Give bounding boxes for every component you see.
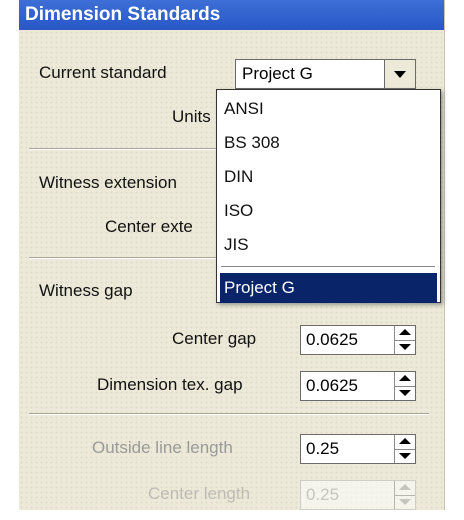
spin-down-icon[interactable] [395, 386, 415, 400]
outside-line-length-label: Outside line length [92, 438, 233, 457]
current-standard-value: Project G [242, 64, 313, 83]
option-bs-308[interactable]: BS 308 [220, 128, 437, 158]
option-din[interactable]: DIN [220, 162, 437, 192]
center-length-value: 0.25 [306, 485, 340, 504]
witness-gap-label: Witness gap [39, 281, 133, 300]
spin-up-icon[interactable] [395, 435, 415, 450]
center-gap-spinner[interactable]: 0.0625 [300, 325, 416, 355]
spin-up-icon[interactable] [395, 326, 415, 341]
center-length-label: Center length [148, 484, 251, 503]
option-jis[interactable]: JIS [220, 230, 437, 260]
spinner-arrows [394, 481, 415, 509]
option-iso[interactable]: ISO [220, 196, 437, 226]
spin-down-icon [395, 495, 415, 509]
option-ansi[interactable]: ANSI [220, 94, 437, 124]
spin-down-icon[interactable] [395, 340, 415, 354]
center-length-spinner: 0.25 [300, 480, 416, 510]
spinner-arrows[interactable] [394, 326, 415, 354]
witness-extension-label: Witness extension [39, 173, 177, 192]
spin-up-icon [395, 481, 415, 496]
divider [29, 413, 429, 415]
standard-dropdown-list[interactable]: ANSI BS 308 DIN ISO JIS Project G [216, 89, 441, 303]
panel-title: Dimension Standards [19, 0, 444, 30]
spinner-arrows[interactable] [394, 372, 415, 400]
chevron-down-icon[interactable] [384, 60, 415, 88]
option-project-g[interactable]: Project G [220, 273, 437, 303]
outside-line-length-value: 0.25 [306, 439, 340, 458]
spinner-arrows[interactable] [394, 435, 415, 463]
units-label: Units [172, 107, 211, 126]
dimension-text-gap-spinner[interactable]: 0.0625 [300, 371, 416, 401]
center-extension-label: Center exte [105, 217, 193, 236]
center-gap-value: 0.0625 [306, 330, 358, 349]
spin-up-icon[interactable] [395, 372, 415, 387]
spin-down-icon[interactable] [395, 449, 415, 463]
dimension-text-gap-value: 0.0625 [306, 376, 358, 395]
dimension-text-gap-label: Dimension tex. gap [97, 375, 243, 394]
current-standard-combo[interactable]: Project G [235, 59, 416, 89]
current-standard-label: Current standard [39, 63, 167, 82]
center-gap-label: Center gap [172, 329, 257, 348]
outside-line-length-spinner[interactable]: 0.25 [300, 434, 416, 464]
dropdown-separator [221, 266, 435, 267]
